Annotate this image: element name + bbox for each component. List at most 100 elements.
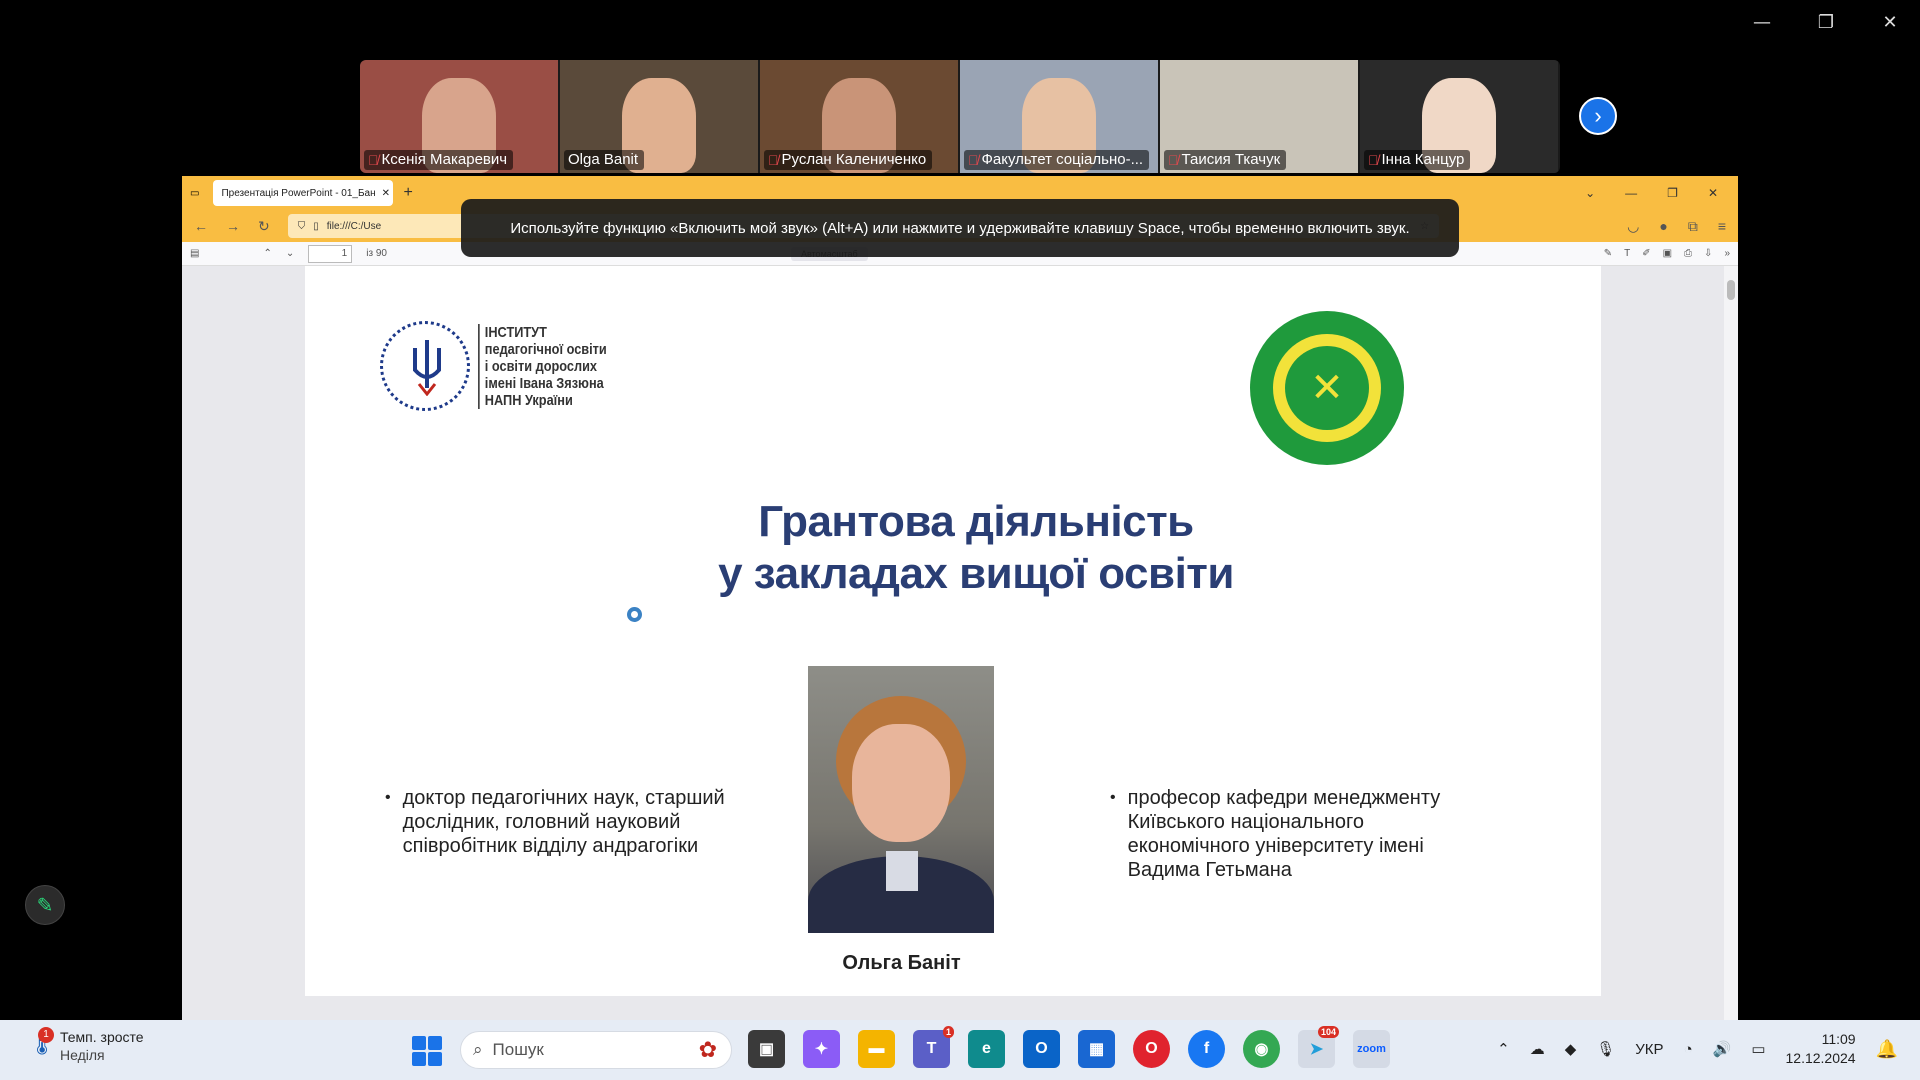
- participant-name: 🎙̸ Інна Канцур: [1364, 150, 1471, 170]
- highlight-icon[interactable]: ✎: [1604, 248, 1612, 259]
- kafedra-logo: ✕: [1250, 311, 1404, 465]
- participant-tile[interactable]: 🎙̸ Руслан Калениченко: [760, 60, 958, 173]
- annotate-button[interactable]: ✎: [25, 885, 65, 925]
- weather-widget[interactable]: 🌡 1 Темп. зросте Неділя: [28, 1027, 144, 1064]
- bullet-left: • доктор педагогічних наук, старший дослі…: [385, 787, 725, 857]
- pdf-viewer[interactable]: ІНСТИТУТ педагогічної освіти і освіти доро…: [182, 266, 1738, 1020]
- vertical-scrollbar[interactable]: [1724, 266, 1738, 1020]
- battery-icon[interactable]: ▭: [1751, 1040, 1765, 1058]
- tab-close-icon[interactable]: ✕: [382, 188, 390, 199]
- zoom-icon[interactable]: zoom: [1353, 1030, 1390, 1068]
- chrome-icon[interactable]: ◉: [1243, 1030, 1280, 1068]
- browser-minimize-icon[interactable]: —: [1625, 186, 1637, 200]
- search-placeholder: Пошук: [492, 1040, 544, 1059]
- system-tray: ⌃ ☁ ◆ 🎙 УКР ◔ 🔊 ▭ 11:09 12.12.2024 🔔: [1497, 1030, 1898, 1068]
- store-icon[interactable]: ▦: [1078, 1030, 1115, 1068]
- institute-seal-icon: [380, 321, 470, 411]
- speaker-photo: [808, 666, 994, 933]
- reload-icon[interactable]: ↻: [258, 218, 270, 235]
- pencil-icon: ✎: [36, 894, 54, 917]
- browser-restore-icon[interactable]: ❐: [1667, 186, 1678, 200]
- image-icon[interactable]: ▣: [1663, 248, 1672, 259]
- facebook-icon[interactable]: f: [1188, 1030, 1225, 1068]
- back-icon[interactable]: ←: [194, 218, 208, 234]
- minimize-icon[interactable]: —: [1750, 12, 1774, 33]
- account-icon[interactable]: ●: [1659, 218, 1667, 235]
- start-button[interactable]: [412, 1036, 442, 1066]
- tab-overview-icon[interactable]: ▭: [190, 188, 199, 199]
- teams-icon[interactable]: T1: [913, 1026, 954, 1068]
- telegram-icon[interactable]: ➤ 104: [1298, 1026, 1339, 1068]
- browser-close-icon[interactable]: ✕: [1708, 186, 1718, 200]
- scroll-thumb[interactable]: [1727, 280, 1735, 300]
- institute-line: педагогічної освіти: [484, 340, 607, 358]
- chevron-up-icon[interactable]: ⌃: [1497, 1040, 1510, 1058]
- unmute-hint-toast: Используйте функцию «Включить мой звук» …: [461, 199, 1459, 257]
- volume-icon[interactable]: 🔊: [1713, 1040, 1732, 1058]
- participant-name: 🎙̸ Факультет соціально-...: [964, 150, 1150, 170]
- participant-tile[interactable]: 🎙̸ Факультет соціально-...: [960, 60, 1158, 173]
- opera-icon[interactable]: O: [1133, 1030, 1170, 1068]
- speaker-name: Ольга Баніт: [842, 952, 961, 974]
- onedrive-icon[interactable]: ☁: [1530, 1040, 1545, 1058]
- edge-icon[interactable]: e: [968, 1030, 1005, 1068]
- print-icon[interactable]: ⎙: [1684, 248, 1692, 259]
- dropbox-icon[interactable]: ◆: [1565, 1040, 1577, 1058]
- text-icon[interactable]: T: [1624, 248, 1630, 259]
- institute-line: і освіти дорослих: [484, 357, 598, 375]
- prev-page-icon[interactable]: ⌃: [263, 248, 271, 259]
- search-icon: ⌕: [473, 1040, 483, 1059]
- crossed-arrows-icon: ✕: [1285, 346, 1369, 430]
- new-tab-button[interactable]: +: [403, 184, 412, 202]
- browser-window-controls: ⌄ — ❐ ✕: [1585, 186, 1738, 200]
- microphone-icon[interactable]: 🎙: [1596, 1040, 1615, 1058]
- list-tabs-icon[interactable]: ⌄: [1585, 186, 1595, 200]
- menu-icon[interactable]: ≡: [1718, 218, 1726, 235]
- wifi-icon[interactable]: ◔: [1684, 1041, 1693, 1058]
- page-icon: ▯: [313, 220, 319, 232]
- taskbar: 🌡 1 Темп. зросте Неділя ⌕ Пошук ✿ ▣ ✦ ▬ T…: [0, 1020, 1920, 1080]
- institute-line: НАПН України: [484, 391, 573, 409]
- page-number-input[interactable]: 1: [308, 244, 353, 263]
- slide-page: ІНСТИТУТ педагогічної освіти і освіти доро…: [305, 266, 1601, 996]
- bullet-left-text: доктор педагогічних наук, старший дослід…: [402, 787, 725, 857]
- participant-name: Olga Banit: [564, 150, 645, 170]
- outlook-icon[interactable]: O: [1023, 1030, 1060, 1068]
- clock-date: 12.12.2024: [1785, 1050, 1856, 1066]
- restore-icon[interactable]: ❐: [1814, 12, 1838, 33]
- pocket-icon[interactable]: ◡: [1627, 218, 1639, 235]
- extensions-icon[interactable]: ⧉: [1688, 218, 1698, 235]
- next-page-icon[interactable]: ⌄: [286, 248, 294, 259]
- more-tools-icon[interactable]: »: [1724, 248, 1730, 259]
- notification-bell-icon[interactable]: 🔔: [1876, 1039, 1898, 1060]
- close-icon[interactable]: ✕: [1878, 12, 1902, 33]
- weather-sub: Неділя: [60, 1047, 105, 1063]
- browser-tab[interactable]: Презентація PowerPoint - 01_Бан ✕: [213, 180, 394, 206]
- participant-tile[interactable]: 🎙̸ Ксенія Макаревич: [360, 60, 558, 173]
- clock[interactable]: 11:09 12.12.2024: [1786, 1030, 1856, 1068]
- task-view-icon[interactable]: ▣: [748, 1030, 785, 1068]
- window-controls: — ❐ ✕: [1750, 12, 1902, 33]
- url-text: file:///C:/Use: [326, 220, 382, 232]
- poinsettia-icon: ✿: [698, 1037, 717, 1062]
- participant-tile[interactable]: 🎙̸ Інна Канцур: [1360, 60, 1558, 173]
- forward-icon[interactable]: →: [226, 218, 240, 234]
- mic-muted-icon: 🎙̸: [1368, 151, 1379, 168]
- file-explorer-icon[interactable]: ▬: [858, 1030, 895, 1068]
- telegram-badge: 104: [1317, 1026, 1339, 1038]
- page-total: із 90: [366, 248, 387, 259]
- thermometer-icon: 🌡 1: [28, 1027, 56, 1056]
- taskbar-search[interactable]: ⌕ Пошук ✿: [460, 1031, 732, 1069]
- participant-name: 🎙̸ Руслан Калениченко: [764, 150, 933, 170]
- draw-icon[interactable]: ✐: [1642, 248, 1650, 259]
- language-indicator[interactable]: УКР: [1635, 1041, 1663, 1058]
- participant-tile[interactable]: Olga Banit: [560, 60, 758, 173]
- copilot-icon[interactable]: ✦: [803, 1030, 840, 1068]
- participant-tile[interactable]: 🎙̸ Таисия Ткачук: [1160, 60, 1358, 173]
- shared-browser-window: ▭ Презентація PowerPoint - 01_Бан ✕ + ⌄ …: [182, 176, 1738, 1020]
- save-icon[interactable]: ⇩: [1704, 248, 1712, 259]
- sidebar-toggle-icon[interactable]: ▤: [190, 248, 199, 259]
- participant-name: 🎙̸ Ксенія Макаревич: [364, 150, 514, 170]
- weather-badge: 1: [38, 1027, 54, 1043]
- next-participants-button[interactable]: ›: [1579, 97, 1617, 135]
